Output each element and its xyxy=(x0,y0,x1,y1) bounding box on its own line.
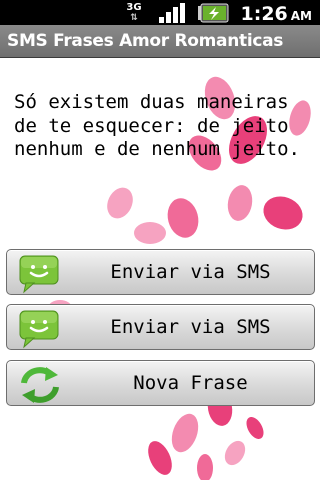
send-sms-button-2[interactable]: Enviar via SMS xyxy=(6,304,315,350)
clock-ampm: AM xyxy=(290,9,312,23)
clock-time: 1:26 xyxy=(240,3,288,25)
signal-strength-icon xyxy=(155,0,189,25)
3g-data-icon: 3G ⇅ xyxy=(126,1,142,23)
send-sms-label-2: Enviar via SMS xyxy=(110,316,271,338)
clock: 1:26 AM xyxy=(241,0,313,25)
new-phrase-button[interactable]: Nova Frase xyxy=(6,360,315,406)
new-phrase-label: Nova Frase xyxy=(133,372,248,394)
title-bar: SMS Frases Amor Romanticas xyxy=(0,25,320,58)
phrase-text: Só existem duas maneiras de te esquecer:… xyxy=(14,91,300,160)
network-type-label: 3G xyxy=(126,1,142,13)
send-sms-button[interactable]: Enviar via SMS xyxy=(6,249,315,295)
app-title: SMS Frases Amor Romanticas xyxy=(7,31,284,51)
status-bar: 3G ⇅ 1:26 AM xyxy=(0,0,320,25)
battery-charging-icon xyxy=(196,0,230,25)
main-content: Só existem duas maneiras de te esquecer:… xyxy=(0,58,320,480)
send-sms-label: Enviar via SMS xyxy=(110,261,271,283)
